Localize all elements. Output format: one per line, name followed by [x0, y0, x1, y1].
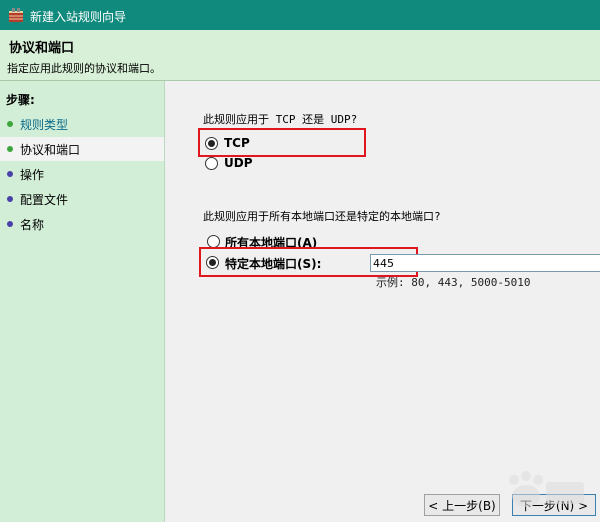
- step-protocol-ports[interactable]: 协议和端口: [0, 137, 164, 161]
- step-label: 操作: [20, 168, 45, 182]
- tcp-radio[interactable]: [205, 137, 218, 150]
- step-bullet-icon: [7, 196, 13, 202]
- page-subtitle: 指定应用此规则的协议和端口。: [7, 62, 161, 75]
- back-button[interactable]: < 上一步(B): [424, 494, 500, 516]
- step-bullet-icon: [7, 171, 13, 177]
- steps-sidebar: 步骤: 规则类型 协议和端口 操作 配置文件 名称: [0, 81, 165, 522]
- step-label: 规则类型: [20, 118, 69, 132]
- window-title: 新建入站规则向导: [30, 10, 127, 24]
- title-bar: 新建入站规则向导: [0, 0, 600, 30]
- tcp-label[interactable]: TCP: [224, 136, 250, 150]
- watermark-logo-icon: [509, 471, 584, 507]
- port-input[interactable]: [370, 254, 600, 272]
- udp-label[interactable]: UDP: [224, 156, 253, 170]
- step-label: 配置文件: [20, 193, 69, 207]
- step-action[interactable]: 操作: [0, 162, 164, 186]
- step-bullet-icon: [7, 221, 13, 227]
- step-name[interactable]: 名称: [0, 212, 164, 236]
- specific-ports-radio[interactable]: [206, 256, 219, 269]
- wizard-header: 协议和端口 指定应用此规则的协议和端口。: [0, 30, 600, 81]
- step-rule-type[interactable]: 规则类型: [0, 112, 164, 136]
- firewall-icon: [9, 8, 23, 22]
- page-title: 协议和端口: [9, 41, 75, 56]
- step-label: 名称: [20, 218, 45, 232]
- port-example-text: 示例: 80, 443, 5000-5010: [376, 276, 531, 289]
- step-bullet-icon: [7, 146, 13, 152]
- port-question: 此规则应用于所有本地端口还是特定的本地端口?: [203, 210, 441, 223]
- step-bullet-icon: [7, 121, 13, 127]
- udp-radio[interactable]: [205, 157, 218, 170]
- specific-ports-label[interactable]: 特定本地端口(S):: [225, 255, 321, 272]
- steps-label: 步骤:: [6, 93, 35, 107]
- step-profile[interactable]: 配置文件: [0, 187, 164, 211]
- protocol-question: 此规则应用于 TCP 还是 UDP?: [203, 113, 358, 126]
- step-label: 协议和端口: [20, 143, 81, 157]
